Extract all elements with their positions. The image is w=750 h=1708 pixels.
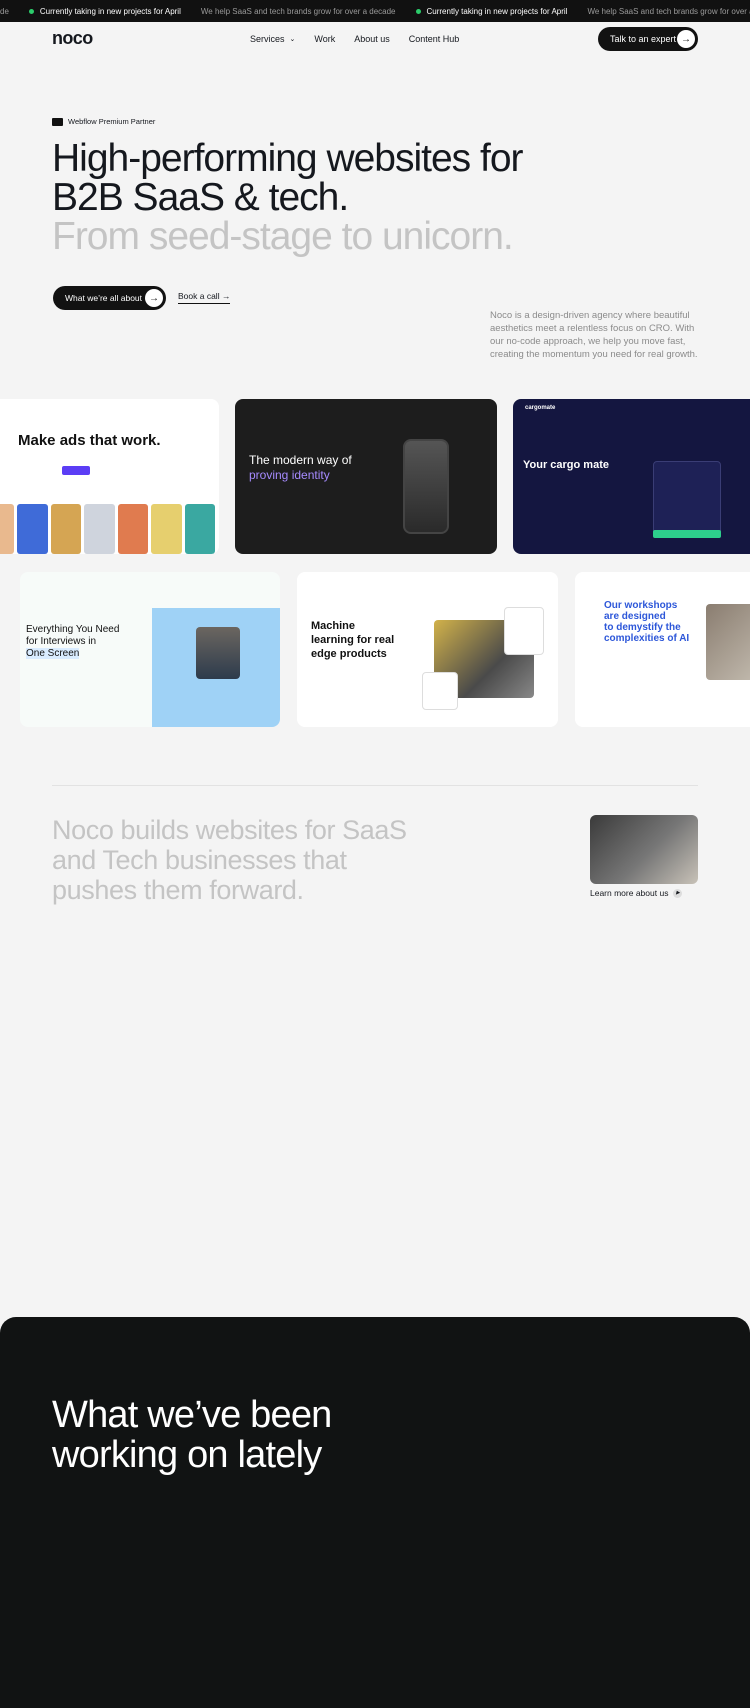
- hero-line-1: High-performing websites for: [52, 137, 524, 180]
- arrow-right-icon: →: [145, 289, 163, 307]
- project-card-qorums[interactable]: Everything You Need for Interviews in On…: [20, 572, 280, 727]
- ad-image-strip: [0, 504, 219, 554]
- card-title: Our workshops: [604, 600, 678, 611]
- project-card-prove[interactable]: The modern way of proving identity: [235, 399, 497, 554]
- ticker-item: Currently taking in new projects for Apr…: [28, 6, 181, 16]
- arrow-right-icon: →: [677, 30, 695, 48]
- person-image: [196, 627, 240, 679]
- card-title: Your cargo mate: [523, 459, 609, 471]
- ticker-item: de: [0, 7, 9, 16]
- announcement-ticker: de Currently taking in new projects for A…: [0, 0, 750, 22]
- ticker-label: We help SaaS and tech brands grow for ov…: [200, 6, 396, 16]
- intro-text: Noco is a design-driven agency where bea…: [490, 310, 698, 360]
- work-section: What we’ve been working on lately: [0, 1317, 750, 1708]
- card-button: [62, 466, 90, 475]
- learn-more-link[interactable]: Learn more about us ▶: [590, 888, 683, 898]
- partner-badge: Webflow Premium Partner: [52, 117, 155, 126]
- booking-panel: [653, 461, 721, 536]
- ticker-label: de: [0, 6, 9, 16]
- chevron-down-icon: ⌄: [289, 36, 296, 43]
- about-line-2: and Tech businesses that: [52, 845, 347, 875]
- nav-item-work[interactable]: Work: [314, 34, 335, 44]
- card-title: for Interviews in: [26, 636, 97, 647]
- about-line-1: Noco builds websites for SaaS: [52, 815, 407, 845]
- main-nav: noco Services ⌄ Work About us Content Hub…: [0, 24, 750, 54]
- card-title: Everything You Need: [26, 624, 120, 635]
- section-divider: [52, 785, 698, 786]
- talk-label: Talk to an expert: [610, 34, 677, 44]
- chart-widget: [504, 607, 544, 655]
- noco-logo[interactable]: noco: [52, 28, 93, 49]
- card-title: learning for real: [311, 634, 395, 646]
- nav-label: Services: [250, 34, 285, 44]
- work-line-2: working on lately: [52, 1434, 322, 1476]
- card-title: are designed: [604, 611, 666, 622]
- ticker-item: Currently taking in new projects for Apr…: [415, 6, 568, 16]
- cta-label: What we’re all about: [65, 293, 143, 303]
- stats-widget: [422, 672, 458, 710]
- ticker-label: We help SaaS and tech brands grow for ov…: [587, 6, 750, 16]
- card-title: Make ads that work.: [18, 432, 161, 449]
- about-heading: Noco builds websites for SaaS and Tech b…: [52, 815, 407, 905]
- nav-item-content-hub[interactable]: Content Hub: [409, 34, 460, 44]
- card-title: complexities of AI: [604, 633, 690, 644]
- about-cta-button[interactable]: What we’re all about →: [53, 286, 166, 310]
- hero-line-2: B2B SaaS & tech.: [52, 176, 349, 219]
- talk-to-expert-button[interactable]: Talk to an expert →: [598, 27, 698, 51]
- team-photo[interactable]: [590, 815, 698, 884]
- card-title: The modern way of: [249, 453, 352, 467]
- play-icon: ▶: [673, 888, 683, 898]
- learn-more-label: Learn more about us: [590, 888, 669, 898]
- card-brand: cargomate: [525, 405, 556, 411]
- project-card-edge-impulse[interactable]: Machine learning for real edge products: [297, 572, 558, 727]
- webflow-icon: [52, 117, 63, 126]
- ticker-item: We help SaaS and tech brands grow for ov…: [201, 7, 396, 16]
- phone-mockup: [403, 439, 449, 534]
- project-card-workshops[interactable]: Our workshops are designed to demystify …: [575, 572, 750, 727]
- work-line-1: What we’ve been: [52, 1394, 332, 1436]
- hero-heading: High-performing websites for B2B SaaS & …: [52, 137, 524, 258]
- ticker-label: Currently taking in new projects for Apr…: [426, 6, 568, 16]
- ticker-item: We help SaaS and tech brands grow for ov…: [587, 7, 750, 16]
- card-title: edge products: [311, 648, 387, 660]
- status-dot-icon: [28, 8, 34, 14]
- project-card-ads[interactable]: Make ads that work.: [0, 399, 219, 554]
- card-title-accent: proving identity: [249, 468, 330, 482]
- nav-item-services[interactable]: Services ⌄: [250, 34, 295, 44]
- project-card-cargomate[interactable]: cargomate Your cargo mate: [513, 399, 750, 554]
- badge-label: Webflow Premium Partner: [68, 117, 156, 126]
- nav-item-about[interactable]: About us: [354, 34, 390, 44]
- card-title: One Screen: [26, 648, 80, 659]
- status-dot-icon: [415, 8, 421, 14]
- work-heading: What we’ve been working on lately: [52, 1395, 332, 1475]
- workshop-photo: [706, 604, 750, 680]
- about-line-3: pushes them forward.: [52, 875, 304, 905]
- booking-button: [653, 530, 721, 538]
- nav-menu: Services ⌄ Work About us Content Hub: [250, 34, 459, 44]
- card-title: Machine: [311, 620, 356, 632]
- book-call-link[interactable]: Book a call →: [178, 291, 231, 304]
- hero-line-3: From seed-stage to unicorn.: [52, 215, 514, 258]
- ticker-label: Currently taking in new projects for Apr…: [39, 6, 181, 16]
- card-title: to demystify the: [604, 622, 681, 633]
